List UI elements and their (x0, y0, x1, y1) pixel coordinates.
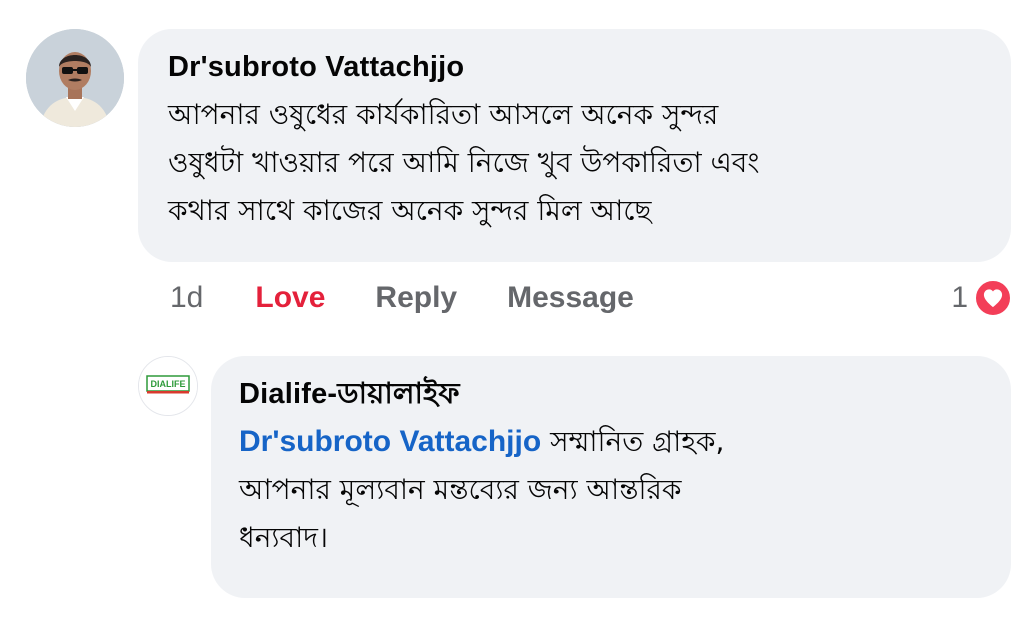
comment-author-name[interactable]: Dr'subroto Vattachjjo (168, 49, 981, 85)
reply-text: Dr'subroto Vattachjjo সম্মানিত গ্রাহক, আ… (239, 418, 983, 562)
heart-icon (974, 279, 1012, 317)
reply-author-name[interactable]: Dialife-ডায়ালাইফ (239, 376, 983, 412)
user-avatar-photo-icon (26, 29, 124, 127)
comment-bubble: Dr'subroto Vattachjjo আপনার ওষুধের কার্য… (138, 29, 1011, 262)
reply-text-line: Dr'subroto Vattachjjo সম্মানিত গ্রাহক, (239, 418, 983, 466)
message-button[interactable]: Message (507, 281, 634, 315)
dialife-logo-icon: DIALIFE (139, 357, 197, 415)
reply-text-line: আপনার মূল্যবান মন্তব্যের জন্য আন্তরিক (239, 473, 682, 506)
reply-text-line: ধন্যবাদ। (239, 521, 328, 554)
comment-thread: Dr'subroto Vattachjjo আপনার ওষুধের কার্য… (0, 0, 1024, 617)
svg-text:DIALIFE: DIALIFE (151, 379, 186, 389)
love-reaction-button[interactable]: Love (255, 281, 325, 315)
reaction-count: 1 (951, 281, 968, 314)
reply-bubble: Dialife-ডায়ালাইফ Dr'subroto Vattachjjo … (211, 356, 1011, 598)
mention-link[interactable]: Dr'subroto Vattachjjo (239, 425, 541, 458)
comment-text-line: ওষুধটা খাওয়ার পরে আমি নিজে খুব উপকারিতা… (168, 146, 760, 179)
reply-button[interactable]: Reply (375, 281, 457, 315)
reply-text-segment: সম্মানিত গ্রাহক, (541, 425, 725, 458)
comment-text-line: আপনার ওষুধের কার্যকারিতা আসলে অনেক সুন্দ… (168, 98, 719, 131)
comment-actions: 1d Love Reply Message (170, 276, 684, 320)
comment-timestamp[interactable]: 1d (170, 281, 203, 315)
commenter-avatar[interactable] (26, 29, 124, 127)
reaction-summary[interactable]: 1 (951, 278, 1012, 318)
page-logo-avatar[interactable]: DIALIFE (138, 356, 198, 416)
comment-text-line: কথার সাথে কাজের অনেক সুন্দর মিল আছে (168, 194, 652, 227)
comment-text: আপনার ওষুধের কার্যকারিতা আসলে অনেক সুন্দ… (168, 91, 981, 235)
